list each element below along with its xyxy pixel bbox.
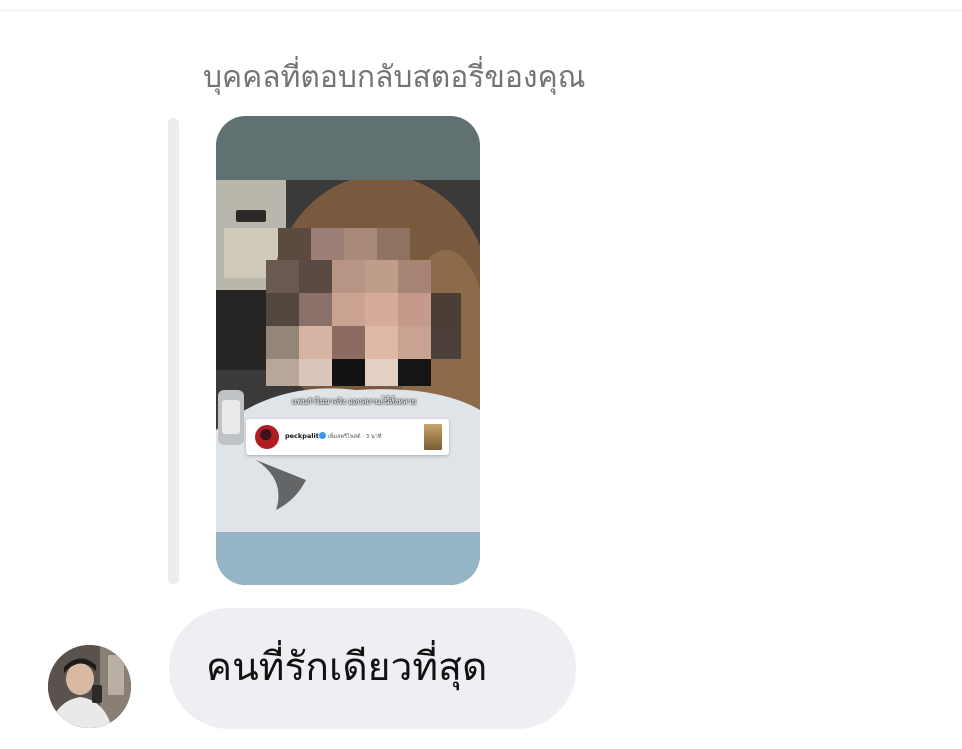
story-bottom-band — [216, 532, 480, 585]
story-photo — [216, 180, 480, 532]
post-username: peckpalit — [285, 432, 319, 440]
shared-post-sticker[interactable]: peckpalit เพิ่มสตรีโพสต์ · 3 นาที — [246, 419, 449, 455]
story-reply-caption: บุคคลที่ตอบกลับสตอรี่ของคุณ — [203, 60, 586, 95]
post-thumbnail — [424, 424, 442, 450]
story-top-band — [216, 116, 480, 180]
story-overlay-caption: แฟนกำไม่มาจริง ออกสถานะ์นี้ทั้งหลาย — [291, 397, 417, 406]
verified-badge-icon — [319, 432, 326, 439]
story-preview-card[interactable]: แฟนกำไม่มาจริง ออกสถานะ์นี้ทั้งหลาย peck… — [216, 116, 480, 585]
reply-quote-bar — [168, 118, 179, 584]
message-bubble[interactable]: คนที่รักเดียวที่สุด — [169, 608, 576, 729]
message-row: คนที่รักเดียวที่สุด — [0, 605, 962, 735]
top-divider — [0, 10, 962, 11]
message-text: คนที่รักเดียวที่สุด — [206, 645, 488, 690]
post-author-avatar — [255, 425, 279, 449]
user-avatar-icon — [48, 645, 131, 728]
sender-avatar[interactable] — [48, 645, 131, 728]
post-meta: เพิ่มสตรีโพสต์ · 3 นาที — [328, 434, 382, 440]
